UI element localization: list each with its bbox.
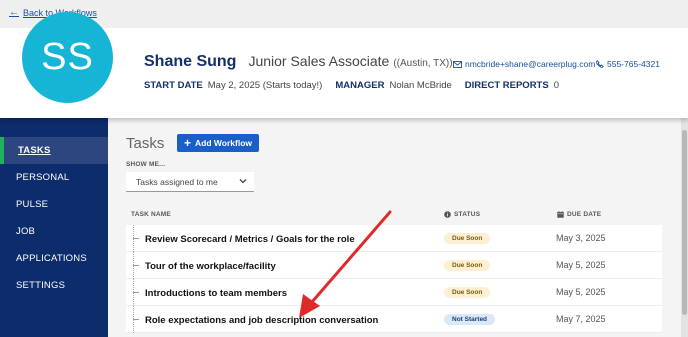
status-badge: Due Soon: [444, 260, 491, 271]
status-badge: Due Soon: [444, 233, 491, 244]
due-date: May 5, 2025: [556, 260, 606, 270]
tree-connector: [133, 292, 139, 293]
employee-email-link[interactable]: nmcbride+shane@careerplug.com: [453, 59, 595, 69]
task-filter-select[interactable]: Tasks assigned to me: [126, 172, 254, 192]
employee-job-title: Junior Sales Associate: [248, 53, 390, 69]
status-badge: Not Started: [444, 314, 496, 325]
employee-phone: 555-765-4321: [607, 59, 660, 69]
sidebar-item-pulse[interactable]: PULSE: [0, 191, 108, 218]
due-date: May 3, 2025: [556, 233, 606, 243]
employee-name-row: Shane Sung Junior Sales Associate ((Aust…: [144, 53, 453, 71]
employee-email: nmcbride+shane@careerplug.com: [465, 59, 596, 69]
sidebar: TASKS PERSONAL PULSE JOB APPLICATIONS SE…: [0, 118, 108, 337]
task-name[interactable]: Tour of the workplace/facility: [145, 261, 276, 272]
envelope-icon: [453, 60, 462, 68]
tree-connector: [133, 238, 139, 239]
employee-name: Shane Sung: [144, 53, 237, 70]
chevron-down-icon: [239, 179, 247, 184]
employee-phone-link[interactable]: 555-765-4321: [596, 59, 660, 69]
tasks-panel: Tasks + Add Workflow SHOW ME... Tasks as…: [108, 118, 688, 337]
tree-connector: [133, 319, 139, 320]
employee-location: ((Austin, TX)): [393, 58, 453, 69]
start-date-label: START DATE: [144, 80, 203, 91]
table-row: Introductions to team members Due Soon M…: [126, 279, 662, 306]
scrollbar-thumb[interactable]: [682, 130, 687, 315]
status-badge: Due Soon: [444, 287, 491, 298]
calendar-icon: [557, 211, 564, 218]
plus-icon: +: [184, 136, 192, 150]
sidebar-item-applications[interactable]: APPLICATIONS: [0, 245, 108, 272]
sidebar-item-settings[interactable]: SETTINGS: [0, 272, 108, 299]
column-header-due-date-label: DUE DATE: [567, 211, 602, 218]
sidebar-item-tasks[interactable]: TASKS: [0, 137, 108, 164]
show-me-label: SHOW ME...: [126, 161, 166, 168]
task-name[interactable]: Review Scorecard / Metrics / Goals for t…: [145, 234, 355, 245]
phone-icon: [596, 60, 604, 68]
top-bar: ← Back to Workflows: [0, 0, 688, 28]
table-row: Tour of the workplace/facility Due Soon …: [126, 252, 662, 279]
column-header-task-name: TASK NAME: [131, 211, 171, 218]
column-header-status: STATUS: [444, 211, 480, 218]
vertical-scrollbar[interactable]: [681, 118, 688, 337]
task-filter-value: Tasks assigned to me: [136, 176, 218, 187]
table-row: Review Scorecard / Metrics / Goals for t…: [126, 225, 662, 252]
employee-avatar: SS: [22, 12, 113, 103]
sidebar-item-job[interactable]: JOB: [0, 218, 108, 245]
direct-reports-label: DIRECT REPORTS: [464, 80, 549, 91]
info-circle-icon: [444, 211, 451, 218]
manager-label: MANAGER: [335, 80, 385, 91]
manager-value: Nolan McBride: [389, 80, 452, 91]
table-row: Role expectations and job description co…: [126, 306, 662, 333]
arrow-left-icon: ←: [9, 7, 19, 18]
column-header-due-date: DUE DATE: [557, 211, 601, 218]
add-workflow-label: Add Workflow: [195, 138, 252, 148]
task-name[interactable]: Introductions to team members: [145, 288, 287, 299]
due-date: May 7, 2025: [556, 314, 606, 324]
add-workflow-button[interactable]: + Add Workflow: [177, 134, 259, 152]
start-date-value: May 2, 2025 (Starts today!): [207, 80, 323, 91]
page-title: Tasks: [126, 135, 165, 152]
employee-meta-row: START DATE May 2, 2025 (Starts today!) M…: [144, 80, 567, 91]
task-name[interactable]: Role expectations and job description co…: [145, 315, 378, 326]
tree-connector: [133, 265, 139, 266]
sidebar-item-personal[interactable]: PERSONAL: [0, 164, 108, 191]
due-date: May 5, 2025: [556, 287, 606, 297]
direct-reports-value: 0: [553, 80, 559, 91]
column-header-status-label: STATUS: [454, 211, 481, 218]
